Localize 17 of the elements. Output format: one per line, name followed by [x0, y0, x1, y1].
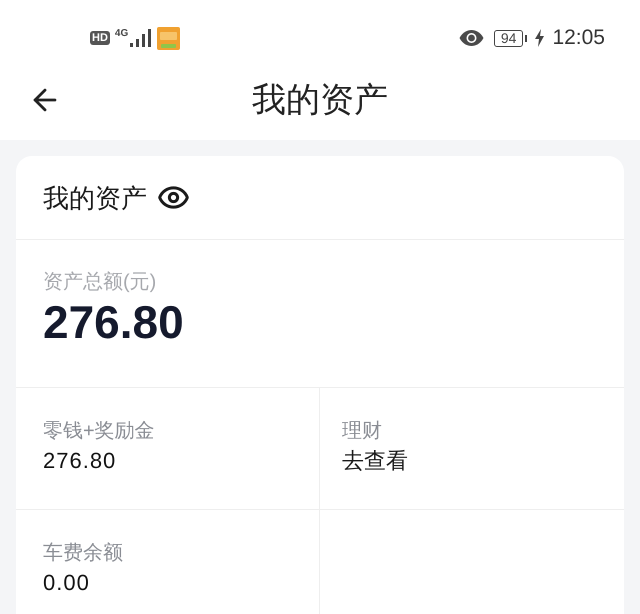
eye-icon [458, 30, 484, 46]
total-assets-amount: 276.80 [43, 298, 184, 346]
total-assets-label: 资产总额(元) [43, 270, 156, 295]
network-type-label: 4G [114, 29, 128, 39]
item-label: 零钱+奖励金 [43, 419, 155, 444]
battery-indicator: 94 [494, 30, 528, 46]
page-title: 我的资产 [252, 80, 388, 121]
amount-value: 276.80 [43, 447, 116, 475]
signal-icon [130, 29, 152, 47]
hd-badge: HD [90, 31, 110, 45]
clock-time: 12:05 [552, 26, 605, 50]
item-label: 理财 [342, 419, 382, 444]
view-link[interactable]: 去查看 [342, 446, 408, 476]
item-label: 车费余额 [43, 541, 123, 566]
card-title: 我的资产 [43, 182, 147, 214]
app-icon [157, 26, 180, 50]
amount-value: 0.00 [43, 569, 90, 597]
